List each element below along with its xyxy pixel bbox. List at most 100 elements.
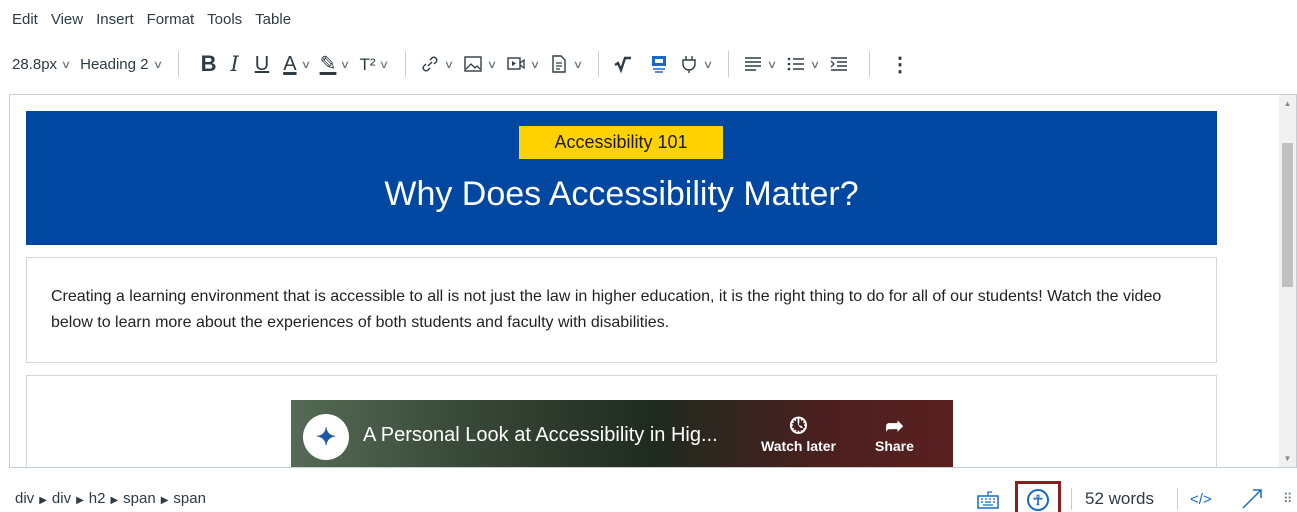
- resize-handle-icon[interactable]: ⠿: [1283, 486, 1292, 512]
- path-item[interactable]: span: [173, 490, 206, 507]
- course-badge: Accessibility 101: [519, 126, 723, 159]
- scroll-up-arrow-icon[interactable]: ▲: [1279, 95, 1296, 112]
- menu-table[interactable]: Table: [255, 11, 291, 28]
- toolbar-divider: [177, 51, 179, 77]
- path-arrow-icon: ▶: [76, 495, 84, 506]
- chevron-down-icon: ∨: [379, 58, 390, 71]
- heading-banner: Accessibility 101 Why Does Accessibility…: [26, 111, 1217, 245]
- chevron-down-icon: ∨: [443, 58, 454, 71]
- toolbar-divider: [597, 51, 599, 77]
- chevron-down-icon: ∨: [702, 58, 714, 71]
- toolbar-divider: [404, 51, 406, 77]
- editor-toolbar: 28.8px ∨ Heading 2 ∨ B I U A ∨ ✎ ∨ T² ∨ …: [0, 44, 1297, 84]
- highlight-color-button[interactable]: ✎ ∨: [320, 48, 360, 80]
- path-item[interactable]: div: [15, 490, 34, 507]
- embed-button[interactable]: [649, 48, 669, 80]
- list-icon: [787, 57, 804, 71]
- chevron-down-icon: ∨: [766, 58, 778, 71]
- highlight-pen-icon: ✎: [319, 53, 337, 75]
- text-color-button[interactable]: A ∨: [283, 48, 319, 80]
- align-button[interactable]: ∨: [743, 48, 786, 80]
- toolbar-divider: [727, 51, 729, 77]
- keyboard-shortcuts-button[interactable]: [977, 486, 999, 512]
- indent-button[interactable]: [829, 48, 849, 80]
- image-button[interactable]: ∨: [463, 48, 506, 80]
- share-button[interactable]: ➦ Share: [875, 413, 914, 455]
- font-size-value: 28.8px: [12, 55, 58, 73]
- path-arrow-icon: ▶: [110, 495, 119, 506]
- accessibility-checker-icon: ☥: [1027, 489, 1049, 511]
- chevron-down-icon: ∨: [486, 58, 497, 71]
- chevron-down-icon: ∨: [809, 58, 821, 71]
- page-heading: Why Does Accessibility Matter?: [384, 175, 859, 213]
- video-title: A Personal Look at Accessibility in Hig.…: [363, 424, 718, 446]
- status-divider: [1177, 488, 1178, 510]
- path-item[interactable]: span: [123, 490, 156, 507]
- menu-view[interactable]: View: [51, 11, 83, 28]
- vertical-scrollbar[interactable]: ▲ ▼: [1279, 95, 1296, 467]
- apps-plug-icon: [682, 56, 696, 73]
- equation-button[interactable]: [613, 48, 633, 80]
- watch-later-label: Watch later: [761, 438, 836, 454]
- intro-paragraph: Creating a learning environment that is …: [51, 288, 1162, 331]
- italic-button[interactable]: I: [230, 48, 238, 80]
- indent-icon: [830, 57, 847, 71]
- scrollbar-thumb[interactable]: [1282, 143, 1293, 287]
- menu-insert[interactable]: Insert: [96, 11, 134, 28]
- image-icon: [463, 56, 482, 72]
- watch-later-button[interactable]: 🕓︎ Watch later: [761, 413, 836, 455]
- chevron-down-icon: ∨: [529, 58, 540, 71]
- share-label: Share: [875, 438, 914, 454]
- intro-text-box: Creating a learning environment that is …: [26, 257, 1217, 363]
- superscript-button[interactable]: T² ∨: [359, 48, 398, 80]
- channel-logo-icon: ✦: [303, 414, 349, 460]
- document-icon: [552, 55, 566, 73]
- video-container: ✦ A Personal Look at Accessibility in Hi…: [26, 375, 1217, 467]
- element-path: div ▶ div ▶ h2 ▶ span ▶ span: [15, 490, 206, 507]
- document-button[interactable]: ∨: [549, 48, 592, 80]
- block-format-dropdown[interactable]: Heading 2 ∨: [80, 48, 171, 80]
- fullscreen-icon: [1242, 489, 1262, 509]
- path-item[interactable]: h2: [89, 490, 106, 507]
- status-divider: [1071, 488, 1072, 510]
- path-item[interactable]: div: [52, 490, 71, 507]
- scroll-down-arrow-icon[interactable]: ▼: [1279, 450, 1296, 467]
- link-button[interactable]: ∨: [420, 48, 463, 80]
- text-color-icon: A: [283, 53, 297, 75]
- block-format-value: Heading 2: [80, 55, 149, 73]
- bold-button[interactable]: B: [201, 48, 217, 80]
- status-bar: div ▶ div ▶ h2 ▶ span ▶ span ☥ 52 words </> ⠿: [0, 478, 1297, 512]
- embedded-video[interactable]: ✦ A Personal Look at Accessibility in Hi…: [291, 400, 953, 467]
- path-arrow-icon: ▶: [39, 495, 47, 506]
- word-count[interactable]: 52 words: [1085, 486, 1154, 512]
- superscript-icon: T²: [359, 54, 376, 74]
- chevron-down-icon: ∨: [152, 58, 163, 71]
- embed-icon: [651, 56, 666, 73]
- path-arrow-icon: ▶: [160, 495, 169, 506]
- align-icon: [744, 57, 761, 71]
- chevron-down-icon: ∨: [340, 58, 351, 71]
- menu-edit[interactable]: Edit: [12, 11, 38, 28]
- apps-button[interactable]: ∨: [679, 48, 722, 80]
- menu-format[interactable]: Format: [147, 11, 195, 28]
- share-arrow-icon: ➦: [885, 413, 904, 438]
- chevron-down-icon: ∨: [60, 58, 72, 71]
- menu-bar: Edit View Insert Format Tools Table: [0, 0, 304, 38]
- list-button[interactable]: ∨: [786, 48, 829, 80]
- menu-tools[interactable]: Tools: [207, 11, 242, 28]
- keyboard-icon: [977, 491, 999, 509]
- font-size-dropdown[interactable]: 28.8px ∨: [12, 48, 80, 80]
- editor-content-area[interactable]: Accessibility 101 Why Does Accessibility…: [9, 94, 1297, 468]
- equation-icon: [614, 56, 631, 74]
- chevron-down-icon: ∨: [300, 58, 311, 71]
- clock-icon: 🕓︎: [789, 413, 808, 438]
- media-icon: [506, 57, 525, 70]
- underline-button[interactable]: U: [255, 48, 269, 80]
- toolbar-divider: [868, 51, 870, 77]
- html-editor-toggle[interactable]: </>: [1190, 486, 1212, 512]
- link-icon: [422, 56, 438, 72]
- more-options-button[interactable]: ⋮: [884, 48, 916, 80]
- accessibility-checker-button[interactable]: ☥: [1015, 481, 1061, 512]
- media-button[interactable]: ∨: [506, 48, 549, 80]
- fullscreen-button[interactable]: [1240, 486, 1264, 512]
